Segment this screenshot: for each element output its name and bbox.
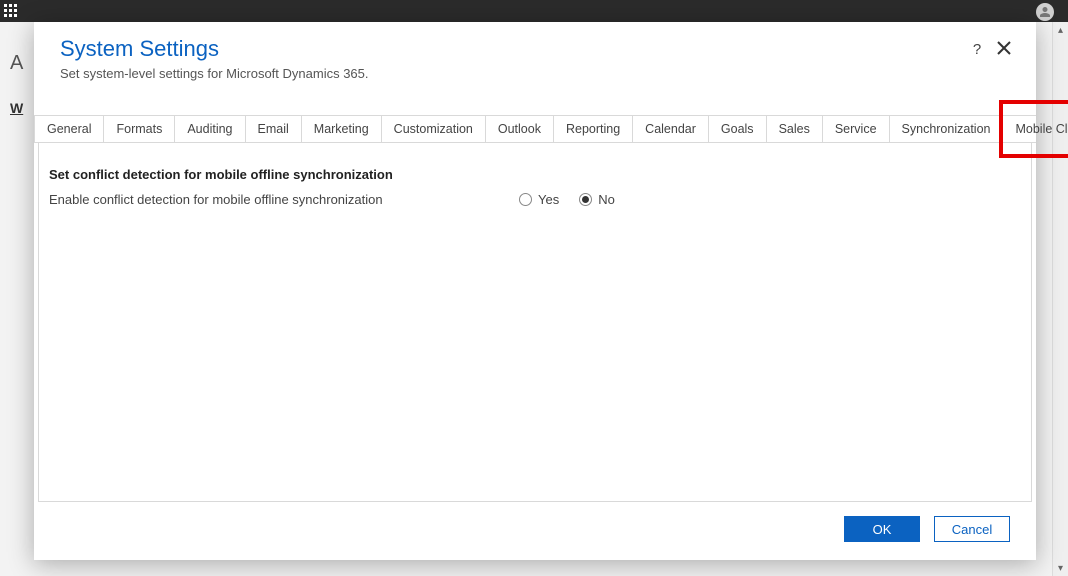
- user-avatar-icon: [1036, 3, 1054, 21]
- radio-yes[interactable]: Yes: [519, 192, 559, 207]
- background-scrollbar[interactable]: ▴ ▾: [1052, 22, 1068, 576]
- section-title: Set conflict detection for mobile offlin…: [49, 167, 1021, 182]
- tabstrip: General Formats Auditing Email Marketing…: [34, 115, 1036, 143]
- scroll-down-icon[interactable]: ▾: [1053, 560, 1068, 576]
- field-row-conflict-detection: Enable conflict detection for mobile off…: [49, 192, 1021, 207]
- scroll-up-icon[interactable]: ▴: [1053, 22, 1068, 38]
- help-icon[interactable]: ?: [968, 40, 986, 58]
- field-label: Enable conflict detection for mobile off…: [49, 192, 519, 207]
- app-launcher-icon: [4, 4, 20, 20]
- system-settings-dialog: System Settings Set system-level setting…: [34, 22, 1036, 560]
- tab-general[interactable]: General: [34, 116, 104, 142]
- tab-auditing[interactable]: Auditing: [175, 116, 245, 142]
- ok-button[interactable]: OK: [844, 516, 920, 542]
- tab-formats[interactable]: Formats: [104, 116, 175, 142]
- background-partial-underline: W: [10, 100, 23, 116]
- tab-email[interactable]: Email: [246, 116, 302, 142]
- tab-outlook[interactable]: Outlook: [486, 116, 554, 142]
- radio-no[interactable]: No: [579, 192, 615, 207]
- dialog-header: System Settings Set system-level setting…: [34, 22, 1036, 89]
- radio-circle-icon: [519, 193, 532, 206]
- tab-customization[interactable]: Customization: [382, 116, 486, 142]
- tab-calendar[interactable]: Calendar: [633, 116, 709, 142]
- dialog-footer: OK Cancel: [34, 502, 1036, 560]
- tab-synchronization[interactable]: Synchronization: [890, 116, 1004, 142]
- radio-group-conflict-detection: Yes No: [519, 192, 615, 207]
- tab-sales[interactable]: Sales: [767, 116, 823, 142]
- cancel-button[interactable]: Cancel: [934, 516, 1010, 542]
- close-icon[interactable]: [994, 38, 1014, 58]
- tab-goals[interactable]: Goals: [709, 116, 767, 142]
- tab-service[interactable]: Service: [823, 116, 890, 142]
- background-partial-text: A: [10, 52, 23, 75]
- radio-yes-label: Yes: [538, 192, 559, 207]
- radio-no-label: No: [598, 192, 615, 207]
- tab-content: Set conflict detection for mobile offlin…: [38, 143, 1032, 502]
- background-topbar: [0, 0, 1068, 22]
- dialog-title: System Settings: [60, 36, 1010, 62]
- radio-circle-icon: [579, 193, 592, 206]
- tab-mobile-client[interactable]: Mobile Client: [1003, 116, 1068, 142]
- tab-marketing[interactable]: Marketing: [302, 116, 382, 142]
- tab-reporting[interactable]: Reporting: [554, 116, 633, 142]
- dialog-subtitle: Set system-level settings for Microsoft …: [60, 66, 1010, 81]
